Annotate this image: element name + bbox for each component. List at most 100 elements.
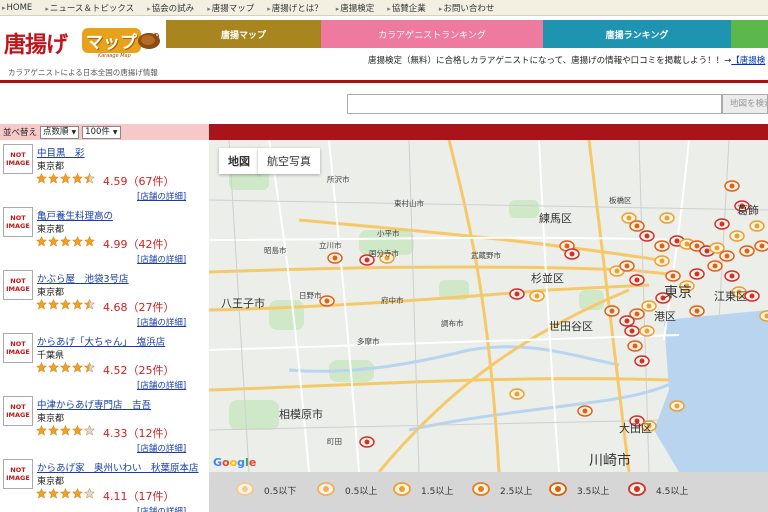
legend-pin-icon [472,482,490,496]
logo-text: 唐揚げ [4,32,68,58]
star-icon [84,173,95,184]
legend-item: 4.5以上 [627,482,688,498]
no-image-text-1: NOT [10,340,26,348]
no-image-text-1: NOT [10,151,26,159]
shop-prefecture: 東京都 [37,477,65,487]
shop-detail-link[interactable]: [店舗の詳細] [137,505,186,512]
star-icon [36,173,47,184]
no-image-text-2: IMAGE [6,348,30,356]
map-type-satellite-button[interactable]: 航空写真 [258,148,320,174]
star-icon [48,173,59,184]
legend-pin-icon [628,482,646,496]
chevron-down-icon: ▼ [112,128,118,136]
star-icon [36,236,47,247]
star-icon [84,299,95,310]
legend-item: 0.5以上 [316,482,377,498]
shop-detail-link[interactable]: [店舗の詳細] [137,190,186,202]
nav-association[interactable]: 協会の試み [147,2,195,14]
map-label-tokorozawa: 所沢市 [327,175,350,184]
no-image-text-2: IMAGE [6,222,30,230]
map-search-button[interactable]: 地図を検索 [722,94,768,114]
chicken-mascot-icon [138,33,160,49]
no-image-placeholder: NOT IMAGE [3,396,33,426]
rating-score: 4.68（27件） [103,301,175,314]
map-canvas [209,140,768,472]
tab-karaagenist-ranking[interactable]: カラアゲニストランキング [321,20,543,48]
legend-label: 1.5以上 [421,486,454,497]
shop-name-link[interactable]: からあげ家 奥州いわい 秋葉原本店 [37,460,199,474]
legend-pin-icon [317,482,335,496]
shop-detail-link[interactable]: [店舗の詳細] [137,316,186,328]
star-icon [36,362,47,373]
nav-exam[interactable]: 唐揚検定 [336,2,374,14]
no-image-text-1: NOT [10,277,26,285]
map-label-higashimurayama: 東村山市 [394,199,424,208]
nav-karaage-map[interactable]: 唐揚マップ [207,2,255,14]
star-icon [84,425,95,436]
nav-home[interactable]: HOME [2,3,33,13]
map-label-suginami: 杉並区 [531,272,564,285]
map-label-machida: 町田 [327,437,342,446]
star-icon [60,362,71,373]
notice-text: 唐揚検定（無料）に合格しカラアゲニストになって、唐揚げの情報や口コミを掲載しよう… [368,56,732,66]
no-image-text-1: NOT [10,214,26,222]
star-icon [72,362,83,373]
site-logo[interactable]: 唐揚げ マップ Karaage Map カラアゲニストによる日本全国の唐揚げ情報 [0,18,166,80]
map-label-setagaya: 世田谷区 [549,320,593,333]
rating-stars [36,299,96,310]
star-icon [60,488,71,499]
result-count-select[interactable]: 100件 ▼ [82,125,121,139]
tagline: カラアゲニストによる日本全国の唐揚げ情報 [8,68,158,77]
star-icon [60,299,71,310]
rating-stars [36,362,96,373]
shop-name-link[interactable]: からあげ「大ちゃん」 塩浜店 [37,334,165,348]
no-image-text-2: IMAGE [6,411,30,419]
nav-news[interactable]: ニュース＆トピックス [45,2,134,14]
rating-stars [36,236,96,247]
shop-detail-link[interactable]: [店舗の詳細] [137,379,186,391]
sort-label: 並べ替え [3,128,38,138]
legend-label: 3.5以上 [577,486,610,497]
shop-list-item: NOT IMAGE からあげ「大ちゃん」 塩浜店 千葉県 4.52（25件） [店… [0,329,209,392]
star-icon [72,488,83,499]
star-icon [48,425,59,436]
category-tabs: 唐揚マップ カラアゲニストランキング 唐揚ランキング [166,20,768,48]
legend-pin-icon [236,482,254,496]
star-icon [48,236,59,247]
no-image-text-2: IMAGE [6,285,30,293]
shop-name-link[interactable]: かぶら屋 池袋3号店 [37,271,129,285]
star-icon [84,236,95,247]
shop-name-link[interactable]: 中目黒 彩 [37,145,85,159]
rating-stars [36,425,96,436]
map-label-tama: 多摩市 [357,337,380,346]
shop-list-item: NOT IMAGE 中津からあげ専門店 吉吾 東京都 4.33（12件） [店舗の… [0,392,209,455]
shop-name-link[interactable]: 中津からあげ専門店 吉吾 [37,397,151,411]
map-label-kawasaki: 川崎市 [589,453,631,469]
nav-about-karaage[interactable]: 唐揚げとは？ [267,2,323,14]
sort-order-select[interactable]: 点数順 ▼ [40,125,80,139]
nav-contact[interactable]: お問い合わせ [439,2,494,14]
notice-link[interactable]: 【唐揚検 [731,56,765,66]
shop-list-item: NOT IMAGE かぶら屋 池袋3号店 東京都 4.68（27件） [店舗の詳細… [0,266,209,329]
shop-detail-link[interactable]: [店舗の詳細] [137,253,186,265]
map-label-chofu: 調布市 [441,319,464,328]
tab-extra[interactable] [731,20,768,48]
rating-score: 4.52（25件） [103,364,175,377]
tab-karaage-ranking[interactable]: 唐揚ランキング [543,20,731,48]
legend-label: 0.5以上 [345,486,378,497]
tab-karaage-map[interactable]: 唐揚マップ [166,20,321,48]
map-label-itabashi: 板橋区 [609,196,632,205]
star-icon [72,425,83,436]
shop-prefecture: 千葉県 [37,351,65,361]
map-view[interactable]: 地図 航空写真 練馬区 板橋区 杉並区 世田谷区 大田区 川崎市 八王子市 相模… [209,140,768,472]
map-type-map-button[interactable]: 地図 [219,148,260,174]
rating-score: 4.99（42件） [103,238,175,251]
map-label-katsushika: 葛飾 [737,204,759,217]
no-image-text-1: NOT [10,466,26,474]
map-search-input[interactable] [347,94,722,114]
nav-sponsors[interactable]: 協賛企業 [387,2,426,14]
legend-item: 2.5以上 [471,482,532,498]
shop-detail-link[interactable]: [店舗の詳細] [137,442,186,454]
shop-name-link[interactable]: 亀戸養生料理高の [37,208,113,222]
map-label-sagamihara: 相模原市 [279,408,323,421]
